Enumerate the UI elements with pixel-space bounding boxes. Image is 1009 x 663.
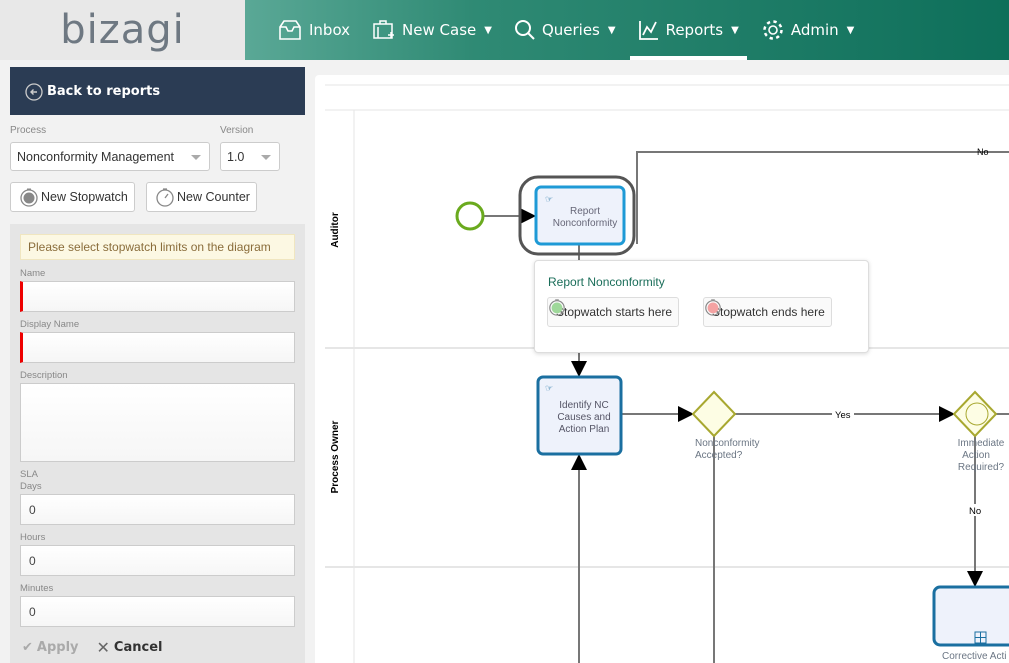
stopwatch-end-label: Stopwatch ends here xyxy=(712,305,825,319)
process-select[interactable]: Nonconformity Management xyxy=(10,142,210,171)
nav-queries-label: Queries xyxy=(541,21,600,39)
stopwatch-red-icon xyxy=(705,299,721,316)
nav-reports[interactable]: Reports ▼ xyxy=(629,0,748,60)
diagram-canvas[interactable]: Auditor Process Owner No Yes No ☞ Report… xyxy=(315,75,1009,663)
gateway-label: Nonconformity xyxy=(695,438,759,449)
minutes-input[interactable]: 0 xyxy=(20,596,295,627)
name-input[interactable] xyxy=(20,281,295,312)
nav-reports-label: Reports xyxy=(665,21,724,39)
gateway-label: Required? xyxy=(958,462,1005,473)
caret-down-icon: ▼ xyxy=(607,24,616,36)
flow-label-no: No xyxy=(977,147,989,157)
task-label: Corrective Acti xyxy=(942,651,1006,662)
start-event[interactable] xyxy=(455,201,485,231)
process-label: Process xyxy=(10,125,47,136)
lane-auditor: Auditor xyxy=(330,212,341,248)
flow-label-yes: Yes xyxy=(835,410,851,421)
warning-message: Please select stopwatch limits on the di… xyxy=(20,234,295,260)
caret-down-icon: ▼ xyxy=(846,24,855,36)
bizagi-logo[interactable]: bizagi xyxy=(0,0,245,60)
stopwatch-end-button[interactable]: Stopwatch ends here xyxy=(703,297,832,327)
minutes-label: Minutes xyxy=(20,583,54,594)
task-label: Report xyxy=(570,206,600,217)
gateway-immediate-action[interactable]: Immediate Action Required? xyxy=(952,390,1005,473)
caret-down-icon: ▼ xyxy=(484,24,492,36)
chart-icon xyxy=(638,21,658,40)
version-label: Version xyxy=(220,125,254,136)
new-stopwatch-button[interactable]: New Stopwatch xyxy=(10,182,135,212)
description-label: Description xyxy=(20,370,68,381)
nav-admin[interactable]: Admin ▼ xyxy=(761,0,855,60)
task-report-nonconformity[interactable]: ☞ Report Nonconformity xyxy=(534,185,626,246)
description-textarea[interactable] xyxy=(20,383,295,462)
chevron-down-icon xyxy=(261,155,271,160)
sla-label: SLA xyxy=(20,469,38,480)
apply-button[interactable]: ✔ Apply xyxy=(22,638,79,657)
stopwatch-start-button[interactable]: Stopwatch starts here xyxy=(547,297,680,327)
cancel-button[interactable]: ✕ Cancel xyxy=(97,638,163,657)
x-icon: ✕ xyxy=(96,638,110,657)
gateway-label: Immediate xyxy=(958,438,1005,449)
gateway-nonconformity-accepted[interactable]: Nonconformity Accepted? xyxy=(691,390,759,461)
top-bar: bizagi Inbox New Case ▼ Queries ▼ Reports ▼… xyxy=(0,0,1009,60)
stopwatch-start-label: Stopwatch starts here xyxy=(556,305,673,319)
briefcase-plus-icon xyxy=(373,20,395,39)
gear-icon xyxy=(763,20,783,40)
process-diagram: Auditor Process Owner No Yes No ☞ Report… xyxy=(325,84,1009,663)
name-label: Name xyxy=(20,268,46,279)
flow-label-no: No xyxy=(969,506,981,517)
nav-new-case-label: New Case xyxy=(402,21,477,39)
version-value: 1.0 xyxy=(227,149,245,164)
stopwatch-popup: Report Nonconformity Stopwatch starts he… xyxy=(534,260,869,353)
nav-admin-label: Admin xyxy=(790,21,839,39)
check-icon: ✔ xyxy=(22,640,33,655)
stopwatch-green-icon xyxy=(549,299,565,316)
stopwatch-icon xyxy=(20,188,38,207)
cancel-label: Cancel xyxy=(113,640,163,655)
new-counter-label: New Counter xyxy=(177,190,250,204)
new-counter-button[interactable]: New Counter xyxy=(146,182,257,212)
back-arrow-icon xyxy=(25,83,43,101)
version-select[interactable]: 1.0 xyxy=(220,142,280,171)
caret-down-icon: ▼ xyxy=(731,24,739,36)
nav-inbox[interactable]: Inbox xyxy=(277,0,350,60)
process-value: Nonconformity Management xyxy=(17,149,175,164)
new-stopwatch-label: New Stopwatch xyxy=(41,190,128,204)
task-label: Causes and xyxy=(557,412,610,423)
task-label: Action Plan xyxy=(559,424,610,435)
nav-queries[interactable]: Queries ▼ xyxy=(514,0,616,60)
display-name-label: Display Name xyxy=(20,319,80,330)
days-label: Days xyxy=(20,481,42,492)
hours-input[interactable]: 0 xyxy=(20,545,295,576)
user-task-icon: ☞ xyxy=(545,383,553,393)
user-task-icon: ☞ xyxy=(545,194,553,204)
gateway-label: Action xyxy=(962,450,990,461)
sequence-flow xyxy=(636,151,1009,244)
nav-new-case[interactable]: New Case ▼ xyxy=(372,0,492,60)
back-to-reports-button[interactable]: Back to reports xyxy=(10,67,305,115)
main-nav: Inbox New Case ▼ Queries ▼ Reports ▼ Admin ▼ xyxy=(245,0,1009,60)
chevron-down-icon xyxy=(191,155,201,160)
lane-process-owner: Process Owner xyxy=(330,420,341,493)
hours-label: Hours xyxy=(20,532,46,543)
task-identify-nc-causes[interactable]: ☞ Identify NC Causes and Action Plan xyxy=(536,375,623,456)
inbox-icon xyxy=(279,20,301,40)
days-input[interactable]: 0 xyxy=(20,494,295,525)
task-label: Nonconformity xyxy=(553,218,617,229)
back-label: Back to reports xyxy=(47,83,161,99)
counter-icon xyxy=(156,188,174,207)
search-icon xyxy=(514,20,535,40)
display-name-input[interactable] xyxy=(20,332,295,363)
popup-title: Report Nonconformity xyxy=(548,275,665,289)
task-label: Identify NC xyxy=(559,400,608,411)
stopwatch-form: Please select stopwatch limits on the di… xyxy=(10,224,305,663)
apply-label: Apply xyxy=(36,640,79,655)
gateway-label: Accepted? xyxy=(695,450,743,461)
nav-inbox-label: Inbox xyxy=(309,21,351,39)
task-corrective-action[interactable]: Corrective Acti xyxy=(932,585,1009,662)
